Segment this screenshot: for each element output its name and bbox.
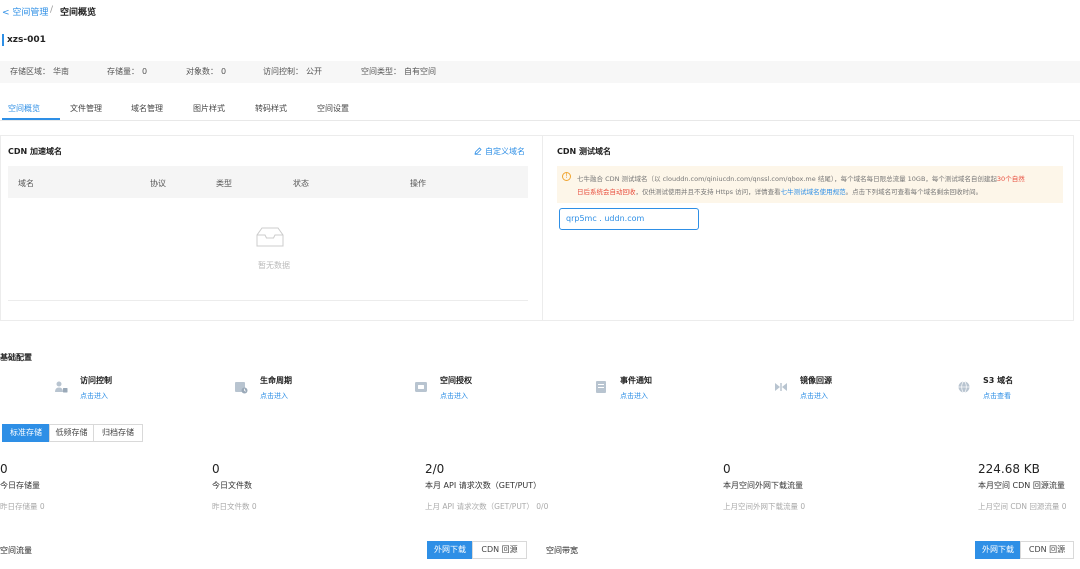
config-mirror-source-link[interactable]: 点击进入 [800,391,828,401]
column-header-protocol: 协议 [150,179,166,188]
config-lifecycle: 生命周期 [260,376,292,385]
column-header-actions: 操作 [410,179,426,188]
config-event-notification: 事件通知 [620,376,652,385]
warning-notice [557,166,1063,203]
stat-cdn-origin-sub: 上月空间 CDN 回源流量 0 [978,502,1067,511]
edit-icon [474,147,482,155]
traffic-cdn-origin-button[interactable]: CDN 回源 [472,541,527,559]
stat-storage-label: 今日存储量 [0,481,40,490]
user-lock-icon [55,381,68,393]
stat-api-label: 本月 API 请求次数（GET/PUT） [425,481,542,490]
info-storage: 存储量： 0 [107,67,148,76]
domain-table-header [8,166,528,198]
storage-type-archive[interactable]: 归档存储 [93,424,143,442]
tab-overview[interactable]: 空间概览 [8,103,40,114]
stat-api-value: 2/0 [425,462,445,476]
empty-state-text: 暂无数据 [258,261,290,270]
stat-storage-value: 0 [0,462,8,476]
back-to-bucket-list-link[interactable]: < 空间管理 [2,5,48,18]
config-s3-domain: S3 域名 [983,376,1014,385]
traffic-title: 空间流量 [0,546,32,555]
test-domain-text[interactable]: qrp5mc . uddn.com [566,214,644,223]
info-access: 访问控制： 公开 [263,67,322,76]
config-lifecycle-link[interactable]: 点击进入 [260,391,288,401]
info-objects: 对象数： 0 [186,67,227,76]
stat-api-sub: 上月 API 请求次数（GET/PUT） 0/0 [425,502,549,511]
config-mirror-source: 镜像回源 [800,376,832,385]
column-header-domain: 域名 [18,179,34,188]
config-authorization: 空间授权 [440,376,472,385]
stat-download-sub: 上月空间外网下载流量 0 [723,502,806,511]
tabs-divider [0,120,1080,121]
tab-transcode-styles[interactable]: 转码样式 [255,103,287,114]
bandwidth-cdn-origin-button[interactable]: CDN 回源 [1020,541,1074,559]
test-domain-rules-link[interactable]: 七牛测试域名使用规范 [781,188,846,196]
tab-files[interactable]: 文件管理 [70,103,102,114]
bandwidth-download-button[interactable]: 外网下载 [975,541,1021,559]
config-event-notification-link[interactable]: 点击进入 [620,391,648,401]
warning-text-line1: 七牛融合 CDN 测试域名（以 clouddn.com/qiniucdn.com… [577,175,1025,183]
storage-type-infrequent[interactable]: 低频存储 [49,424,94,442]
stat-cdn-origin-value: 224.68 KB [978,462,1040,476]
info-region: 存储区域： 华南 [10,67,69,76]
mirror-icon [775,383,787,391]
basic-config-title: 基础配置 [0,353,32,362]
info-bucket-type: 空间类型： 自有空间 [361,67,436,76]
stat-files-sub: 昨日文件数 0 [212,502,257,511]
authorize-icon [415,382,427,392]
stat-files-value: 0 [212,462,220,476]
config-access-control-link[interactable]: 点击进入 [80,391,108,401]
stat-download-label: 本月空间外网下载流量 [723,481,803,490]
bucket-name: xzs-001 [7,35,46,45]
storage-type-standard[interactable]: 标准存储 [2,424,50,442]
config-s3-domain-link[interactable]: 点击查看 [983,391,1011,401]
table-bottom-divider [8,300,528,301]
tab-settings[interactable]: 空间设置 [317,103,349,114]
tab-domains[interactable]: 域名管理 [131,103,163,114]
globe-icon [958,381,970,393]
config-access-control: 访问控制 [80,376,112,385]
cdn-domain-title: CDN 加速域名 [8,147,62,156]
column-header-status: 状态 [293,179,309,188]
column-header-type: 类型 [216,179,232,188]
notify-icon [596,381,606,393]
stat-download-value: 0 [723,462,731,476]
custom-domain-button[interactable]: 自定义域名 [474,146,525,157]
stat-storage-sub: 昨日存储量 0 [0,502,45,511]
bandwidth-title: 空间带宽 [546,546,578,555]
config-authorization-link[interactable]: 点击进入 [440,391,468,401]
stat-cdn-origin-label: 本月空间 CDN 回源流量 [978,481,1065,490]
breadcrumb-separator: / [50,5,54,15]
empty-inbox-icon [256,227,284,247]
traffic-download-button[interactable]: 外网下载 [427,541,473,559]
warning-text-line2: 日后系统会自动回收，仅供测试使用并且不支持 Https 访问，详情查看七牛测试域… [577,188,983,196]
page-title: 空间概览 [60,8,97,18]
lifecycle-icon [235,382,248,394]
cdn-test-domain-title: CDN 测试域名 [557,147,611,156]
stat-files-label: 今日文件数 [212,481,252,490]
warning-icon: ! [562,172,571,181]
title-accent-bar [2,34,4,46]
bucket-info-strip [0,61,1080,83]
tab-image-styles[interactable]: 图片样式 [193,103,225,114]
